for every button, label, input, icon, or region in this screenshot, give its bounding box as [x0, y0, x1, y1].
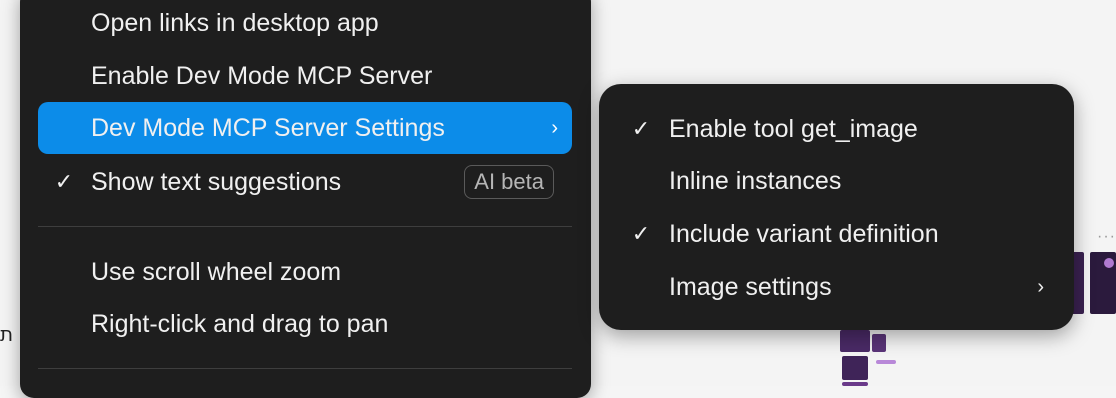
check-icon: ✓: [54, 169, 74, 194]
menu-item-right-click-drag-pan[interactable]: Right-click and drag to pan: [38, 298, 572, 350]
dev-mode-mcp-settings-submenu: ✓ Enable tool get_image Inline instances…: [599, 84, 1074, 330]
menu-item-show-text-suggestions[interactable]: ✓ Show text suggestions AI beta: [38, 156, 572, 208]
menu-item-label: Dev Mode MCP Server Settings: [91, 113, 445, 142]
canvas-text-fragment: ת: [0, 322, 14, 346]
frame-thumbnail[interactable]: [1104, 258, 1114, 268]
submenu-item-label: Include variant definition: [669, 219, 939, 248]
submenu-item-image-settings[interactable]: Image settings ›: [599, 261, 1074, 313]
menu-item-enable-dev-mode-mcp[interactable]: Enable Dev Mode MCP Server: [38, 50, 572, 102]
menu-item-label: Use scroll wheel zoom: [91, 257, 342, 286]
submenu-item-label: Image settings: [669, 272, 832, 301]
frame-thumbnail[interactable]: [842, 382, 868, 386]
frame-thumbnail[interactable]: [872, 334, 886, 352]
menu-divider: [38, 368, 572, 369]
submenu-item-label: Inline instances: [669, 166, 842, 195]
submenu-item-label: Enable tool get_image: [669, 114, 918, 143]
check-icon: ✓: [631, 221, 651, 246]
check-icon: ✓: [631, 116, 651, 141]
menu-item-label: Open links in desktop app: [91, 8, 379, 37]
menu-item-open-links-desktop[interactable]: Open links in desktop app: [38, 0, 572, 49]
frame-thumbnail[interactable]: [840, 330, 870, 352]
preferences-menu: Open links in desktop app Enable Dev Mod…: [20, 0, 591, 398]
menu-item-label: Show text suggestions: [91, 167, 342, 196]
ai-beta-badge: AI beta: [464, 165, 554, 199]
menu-item-scroll-wheel-zoom[interactable]: Use scroll wheel zoom: [38, 246, 572, 298]
submenu-item-include-variant-definition[interactable]: ✓ Include variant definition: [599, 208, 1074, 260]
menu-item-dev-mode-mcp-settings[interactable]: Dev Mode MCP Server Settings ›: [38, 102, 572, 154]
chevron-right-icon: ›: [551, 116, 558, 139]
frame-thumbnail[interactable]: [876, 360, 896, 364]
menu-divider: [38, 226, 572, 227]
more-options-icon[interactable]: ···: [1097, 228, 1116, 246]
menu-item-label: Right-click and drag to pan: [91, 309, 389, 338]
chevron-right-icon: ›: [1037, 275, 1044, 298]
frame-thumbnail[interactable]: [842, 356, 868, 380]
submenu-item-enable-get-image[interactable]: ✓ Enable tool get_image: [599, 103, 1074, 155]
menu-item-label: Enable Dev Mode MCP Server: [91, 61, 433, 90]
submenu-item-inline-instances[interactable]: Inline instances: [599, 155, 1074, 207]
